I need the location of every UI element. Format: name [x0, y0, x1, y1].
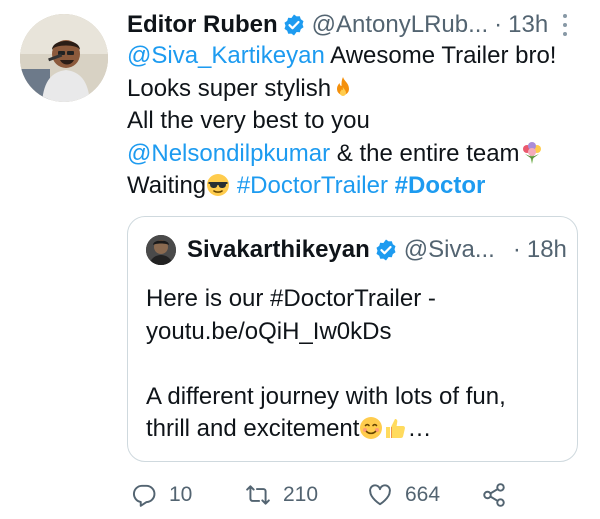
tweet-text-segment: Looks super stylish — [127, 74, 332, 102]
quoted-text-ellipsis: … — [407, 415, 432, 443]
more-options-icon[interactable] — [558, 12, 572, 38]
quoted-author-name[interactable]: Sivakarthikeyan — [187, 236, 370, 264]
retweet-count: 210 — [283, 483, 319, 506]
thumbs-up-emoji-icon — [386, 419, 406, 439]
heart-icon — [369, 484, 391, 506]
tweet-timestamp[interactable]: 13h — [508, 11, 548, 39]
sunglasses-emoji-icon — [207, 174, 230, 197]
share-button[interactable] — [481, 480, 507, 510]
avatar-photo — [20, 14, 108, 102]
quoted-author-avatar[interactable] — [146, 235, 176, 265]
tweet-line-5: Waiting #DoctorTrailer #Doctor — [127, 170, 587, 203]
verified-badge-icon — [284, 14, 304, 36]
tweet-header: Editor Ruben @AntonyLRub... · 13h — [127, 10, 548, 40]
quoted-tweet-card[interactable]: Sivakarthikeyan @Siva... · 18h Here is o… — [127, 216, 578, 462]
verified-badge-icon — [376, 239, 396, 261]
quoted-line-1: Here is our #DoctorTrailer - — [146, 285, 436, 312]
tweet-text-segment: All the very best to you — [127, 107, 370, 135]
smiling-emoji-icon — [360, 417, 383, 440]
author-name[interactable]: Editor Ruben — [127, 11, 278, 39]
author-avatar[interactable] — [20, 14, 108, 102]
quoted-tweet-timestamp[interactable]: 18h — [527, 236, 567, 264]
quoted-author-handle[interactable]: @Siva... — [404, 236, 495, 264]
share-icon — [483, 483, 505, 507]
reply-icon — [132, 484, 156, 507]
tweet-text-segment: Awesome Trailer bro! — [324, 42, 557, 69]
like-button[interactable]: 664 — [367, 480, 440, 510]
mention-link[interactable]: @Siva_Kartikeyan — [127, 42, 325, 69]
like-count: 664 — [405, 483, 441, 506]
reply-button[interactable]: 10 — [131, 480, 192, 510]
separator-dot: · — [494, 11, 503, 38]
quoted-line-2: youtu.be/oQiH_Iw0kDs — [146, 317, 392, 345]
mention-link[interactable]: @Nelsondilpkumar — [127, 140, 330, 167]
quoted-line-5: thrill and excitement … — [146, 413, 566, 446]
quoted-text-segment: thrill and excitement — [146, 415, 360, 443]
quoted-avatar-photo — [146, 235, 176, 265]
hashtag-link[interactable]: #DoctorTrailer — [237, 172, 388, 199]
hashtag-link-bold[interactable]: #Doctor — [395, 172, 486, 199]
fire-emoji-icon — [337, 76, 350, 96]
retweet-button[interactable]: 210 — [245, 480, 318, 510]
separator-dot: · — [512, 236, 521, 263]
quoted-line-4: A different journey with lots of fun, — [146, 382, 506, 410]
quoted-tweet-header: Sivakarthikeyan @Siva... · 18h — [187, 235, 567, 265]
tweet-line-2: Looks super stylish — [127, 73, 587, 106]
reply-count: 10 — [169, 483, 193, 506]
tweet-text-segment: Waiting — [127, 172, 207, 200]
bouquet-emoji-icon — [522, 141, 541, 164]
tweet-body: @Siva_Kartikeyan Awesome Trailer bro! Lo… — [127, 40, 587, 203]
quoted-line-3 — [146, 348, 566, 381]
retweet-icon — [246, 485, 270, 505]
author-handle[interactable]: @AntonyLRub... — [312, 11, 488, 39]
tweet-line-1: @Siva_Kartikeyan Awesome Trailer bro! — [127, 40, 587, 73]
quoted-tweet-body: Here is our #DoctorTrailer - youtu.be/oQ… — [146, 283, 566, 446]
tweet-action-bar: 10 210 664 — [127, 480, 587, 510]
tweet-line-3: All the very best to you — [127, 105, 587, 138]
tweet-text-segment: & the entire team — [330, 139, 520, 167]
tweet-line-4: @Nelsondilpkumar & the entire team — [127, 138, 587, 171]
